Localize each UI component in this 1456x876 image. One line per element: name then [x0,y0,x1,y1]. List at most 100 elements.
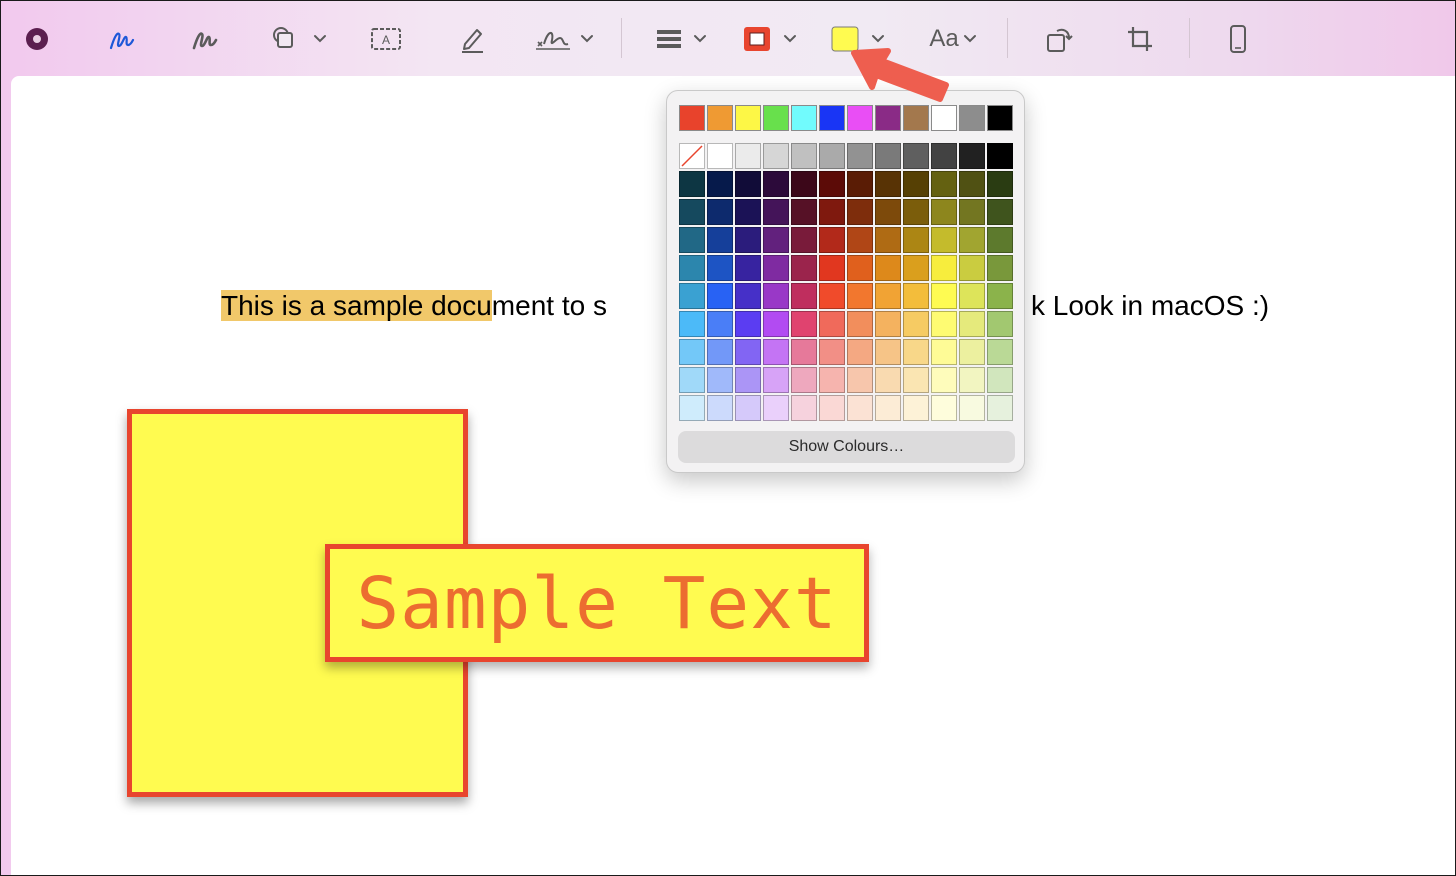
colour-swatch[interactable] [959,283,985,309]
colour-swatch[interactable] [903,227,929,253]
sketch-icon[interactable] [103,20,141,58]
recent-colour-swatch[interactable] [903,105,929,131]
colour-swatch[interactable] [847,339,873,365]
colour-swatch[interactable] [735,395,761,421]
highlight-icon[interactable] [453,20,491,58]
colour-swatch[interactable] [987,255,1013,281]
colour-swatch[interactable] [959,171,985,197]
colour-swatch[interactable] [791,367,817,393]
colour-swatch[interactable] [931,395,957,421]
recent-colour-swatch[interactable] [931,105,957,131]
colour-swatch[interactable] [763,367,789,393]
colour-swatch[interactable] [959,255,985,281]
colour-swatch[interactable] [959,227,985,253]
colour-swatch[interactable] [819,395,845,421]
colour-swatch[interactable] [735,171,761,197]
rotate-icon[interactable] [1039,20,1077,58]
colour-swatch[interactable] [903,311,929,337]
colour-swatch[interactable] [959,395,985,421]
colour-swatch[interactable] [707,199,733,225]
colour-swatch[interactable] [903,143,929,169]
markup-icon[interactable] [21,20,53,58]
colour-swatch[interactable] [819,367,845,393]
colour-swatch[interactable] [959,311,985,337]
colour-swatch[interactable] [987,283,1013,309]
colour-swatch[interactable] [791,255,817,281]
colour-swatch[interactable] [679,283,705,309]
colour-swatch[interactable] [847,395,873,421]
colour-swatch[interactable] [903,171,929,197]
colour-swatch[interactable] [735,255,761,281]
colour-swatch[interactable] [931,227,957,253]
colour-swatch[interactable] [735,199,761,225]
colour-swatch[interactable] [903,255,929,281]
colour-swatch[interactable] [707,339,733,365]
colour-swatch[interactable] [987,143,1013,169]
shape-style-icon[interactable] [653,20,713,58]
colour-swatch[interactable] [875,339,901,365]
colour-swatch[interactable] [707,311,733,337]
recent-colour-swatch[interactable] [791,105,817,131]
colour-swatch[interactable] [763,255,789,281]
crop-icon[interactable] [1121,20,1159,58]
no-colour-swatch[interactable] [679,143,705,169]
colour-swatch[interactable] [875,395,901,421]
colour-swatch[interactable] [763,339,789,365]
colour-swatch[interactable] [931,143,957,169]
colour-swatch[interactable] [931,171,957,197]
colour-swatch[interactable] [679,199,705,225]
colour-swatch[interactable] [931,339,957,365]
colour-swatch[interactable] [931,255,957,281]
colour-swatch[interactable] [819,255,845,281]
colour-swatch[interactable] [707,255,733,281]
colour-swatch[interactable] [707,283,733,309]
colour-swatch[interactable] [931,283,957,309]
colour-swatch[interactable] [791,227,817,253]
colour-swatch[interactable] [763,311,789,337]
colour-swatch[interactable] [987,395,1013,421]
colour-swatch[interactable] [791,395,817,421]
colour-swatch[interactable] [763,171,789,197]
colour-swatch[interactable] [763,283,789,309]
recent-colour-swatch[interactable] [735,105,761,131]
colour-swatch[interactable] [875,255,901,281]
colour-swatch[interactable] [735,339,761,365]
colour-swatch[interactable] [819,339,845,365]
sign-icon[interactable] [532,20,598,58]
colour-swatch[interactable] [819,311,845,337]
colour-swatch[interactable] [959,339,985,365]
colour-swatch[interactable] [819,199,845,225]
colour-swatch[interactable] [875,227,901,253]
colour-swatch[interactable] [903,367,929,393]
recent-colour-swatch[interactable] [707,105,733,131]
colour-swatch[interactable] [847,227,873,253]
text-box-icon[interactable]: A [367,20,405,58]
colour-swatch[interactable] [679,227,705,253]
colour-swatch[interactable] [679,311,705,337]
colour-swatch[interactable] [819,171,845,197]
colour-swatch[interactable] [903,339,929,365]
colour-swatch[interactable] [707,367,733,393]
recent-colour-swatch[interactable] [679,105,705,131]
colour-swatch[interactable] [847,143,873,169]
colour-swatch[interactable] [819,283,845,309]
colour-swatch[interactable] [847,311,873,337]
colour-swatch[interactable] [763,143,789,169]
draw-icon[interactable] [186,20,224,58]
colour-swatch[interactable] [847,367,873,393]
colour-swatch[interactable] [903,283,929,309]
colour-swatch[interactable] [875,367,901,393]
colour-swatch[interactable] [931,311,957,337]
colour-swatch[interactable] [707,395,733,421]
colour-swatch[interactable] [791,143,817,169]
colour-swatch[interactable] [735,367,761,393]
colour-swatch[interactable] [987,339,1013,365]
recent-colour-swatch[interactable] [959,105,985,131]
colour-swatch[interactable] [931,199,957,225]
colour-swatch[interactable] [931,367,957,393]
colour-swatch[interactable] [847,283,873,309]
shapes-icon[interactable] [269,20,331,58]
colour-swatch[interactable] [707,171,733,197]
text-annotation[interactable]: Sample Text [325,544,869,662]
colour-swatch[interactable] [679,395,705,421]
